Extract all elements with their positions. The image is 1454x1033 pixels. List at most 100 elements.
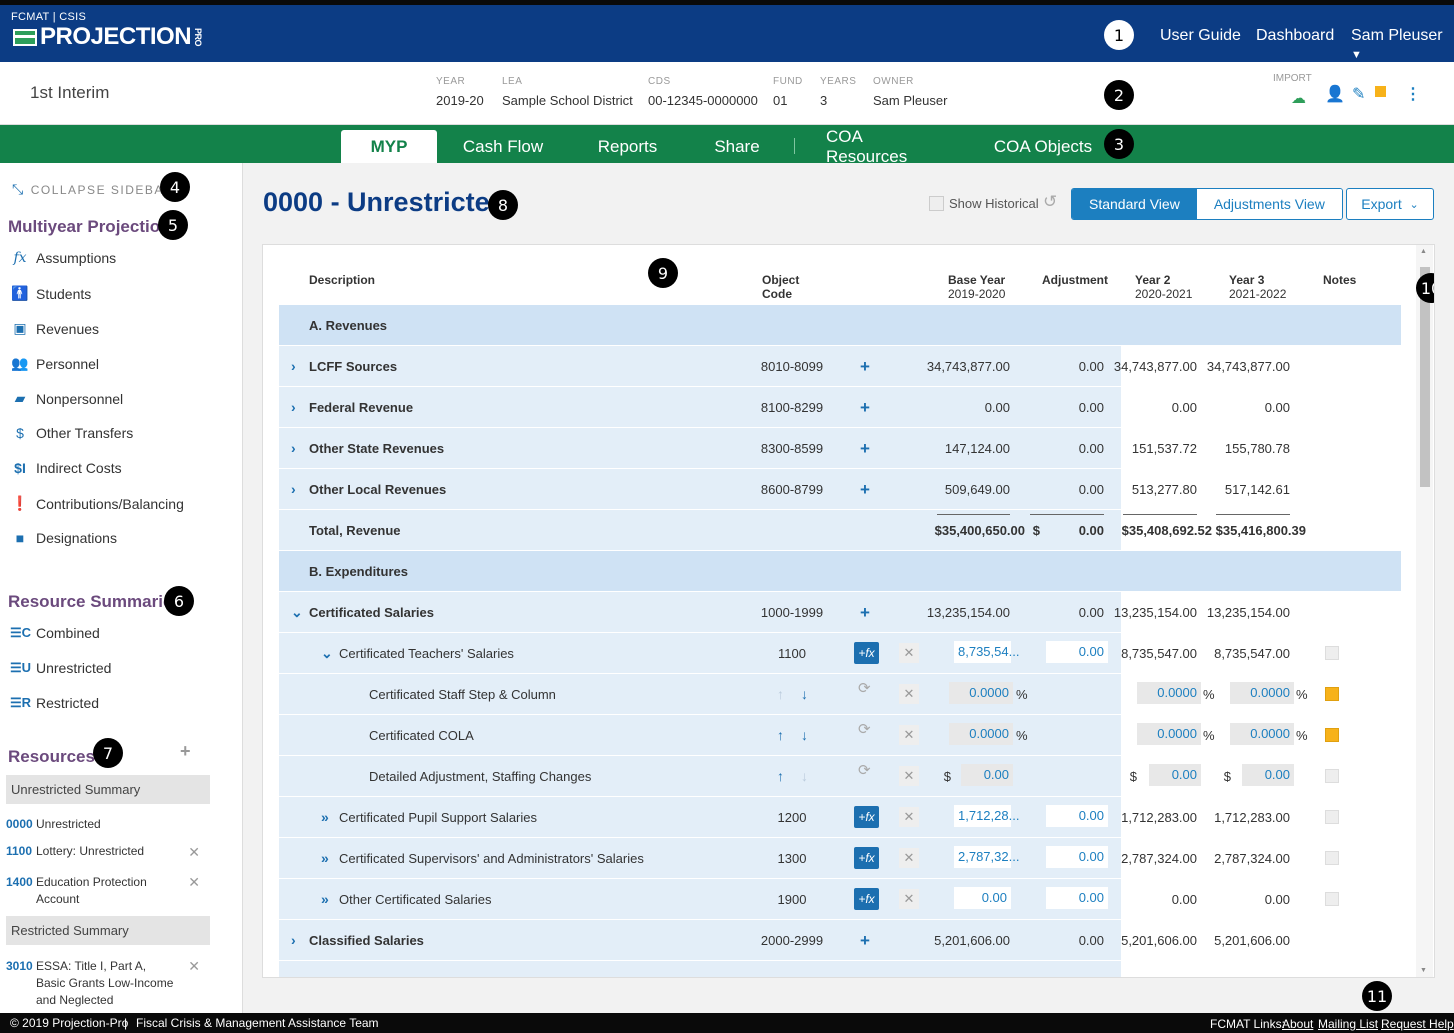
year2-rate-input[interactable]: 0.0000: [1137, 682, 1201, 704]
table-row[interactable]: Certificated Staff Step & Column ↑ ↓ ⟳ ✕…: [279, 674, 1401, 715]
add-formula-button[interactable]: +fx: [854, 847, 879, 869]
year3-rate-input[interactable]: 0.0000: [1230, 723, 1294, 745]
double-chevron-down-icon[interactable]: ⌄: [321, 645, 333, 662]
double-chevron-right-icon[interactable]: »: [321, 850, 329, 866]
chevron-right-icon[interactable]: ›: [291, 399, 296, 415]
notes-icon[interactable]: [1325, 851, 1339, 865]
add-icon[interactable]: +: [856, 440, 874, 458]
sidebar-item-other-transfers[interactable]: $ Other Transfers: [10, 425, 133, 441]
user-guide-link[interactable]: User Guide: [1160, 27, 1241, 45]
edit-pencil-icon[interactable]: ✎: [1352, 84, 1365, 104]
add-icon[interactable]: +: [856, 399, 874, 417]
base-year-input[interactable]: 2,787,32...: [954, 846, 1019, 868]
tab-myp[interactable]: MYP: [341, 130, 437, 163]
remove-icon[interactable]: ✕: [899, 684, 919, 704]
unrestricted-summary-bar[interactable]: Unrestricted Summary: [6, 775, 210, 804]
add-user-icon[interactable]: 👤: [1325, 84, 1345, 104]
remove-icon[interactable]: ✕: [899, 643, 919, 663]
sidebar-item-students[interactable]: 🚹 Students: [10, 285, 91, 302]
sidebar-item-assumptions[interactable]: fx Assumptions: [10, 250, 116, 266]
summary-unrestricted[interactable]: ☰U Unrestricted: [10, 660, 111, 676]
chevron-right-icon[interactable]: ›: [291, 358, 296, 374]
show-historical-checkbox[interactable]: [929, 196, 944, 211]
refresh-icon[interactable]: ⟳: [858, 720, 871, 738]
restricted-summary-bar[interactable]: Restricted Summary: [6, 916, 210, 945]
adjustment-input[interactable]: 0.00: [1046, 887, 1108, 909]
resource-item-0000[interactable]: 0000 Unrestricted: [6, 817, 206, 831]
base-year-input[interactable]: 0.00: [954, 887, 1011, 909]
import-cloud-check-icon[interactable]: ☁: [1291, 89, 1306, 107]
more-vertical-icon[interactable]: ⋮: [1405, 84, 1421, 104]
resource-item-3010[interactable]: 3010 ESSA: Title I, Part A, Basic Grants …: [6, 958, 206, 1009]
tab-coa-resources[interactable]: COA Resources: [826, 127, 944, 166]
notes-icon[interactable]: [1325, 646, 1339, 660]
sidebar-item-indirect-costs[interactable]: $I Indirect Costs: [10, 460, 121, 476]
sidebar-item-nonpersonnel[interactable]: ▰ Nonpersonnel: [10, 390, 124, 407]
table-row[interactable]: » Certificated Supervisors' and Administ…: [279, 838, 1401, 879]
year3-amount-input[interactable]: 0.00: [1242, 764, 1294, 786]
reset-icon[interactable]: ↺: [1043, 192, 1057, 212]
arrow-up-icon[interactable]: ↑: [777, 686, 784, 702]
table-row[interactable]: ⌄ Certificated Salaries 1000-1999 + 13,2…: [279, 592, 1401, 633]
notes-icon[interactable]: [1325, 810, 1339, 824]
remove-resource-icon[interactable]: ✕: [188, 958, 200, 975]
sidebar-item-contributions[interactable]: ❗ Contributions/Balancing: [10, 495, 184, 512]
refresh-icon[interactable]: ⟳: [858, 761, 871, 779]
add-icon[interactable]: +: [856, 358, 874, 376]
adjustments-view-button[interactable]: Adjustments View: [1196, 189, 1342, 219]
add-formula-button[interactable]: +fx: [854, 806, 879, 828]
show-historical-toggle[interactable]: Show Historical: [929, 196, 1039, 211]
table-row[interactable]: › Other Local Revenues 8600-8799 + 509,6…: [279, 469, 1401, 510]
table-row[interactable]: ⌄ Certificated Teachers' Salaries 1100 +…: [279, 633, 1401, 674]
sidebar-item-personnel[interactable]: 👥 Personnel: [10, 355, 99, 372]
brand-logo[interactable]: PROJECTION PRO: [13, 23, 203, 51]
scroll-up-icon[interactable]: ▲: [1420, 248, 1427, 255]
user-menu[interactable]: Sam Pleuser ▼: [1351, 27, 1454, 63]
refresh-icon[interactable]: ⟳: [858, 679, 871, 697]
arrow-down-icon[interactable]: ↓: [801, 768, 808, 784]
adjustment-input[interactable]: 0.00: [1046, 846, 1108, 868]
add-icon[interactable]: +: [856, 932, 874, 950]
remove-icon[interactable]: ✕: [899, 807, 919, 827]
table-row[interactable]: › Classified Salaries 2000-2999 + 5,201,…: [279, 920, 1401, 961]
remove-icon[interactable]: ✕: [899, 725, 919, 745]
notes-icon[interactable]: [1325, 728, 1339, 742]
add-formula-button[interactable]: +fx: [854, 888, 879, 910]
add-icon[interactable]: +: [856, 604, 874, 622]
chevron-right-icon[interactable]: ›: [291, 440, 296, 456]
dashboard-link[interactable]: Dashboard: [1256, 27, 1334, 45]
sidebar-item-designations[interactable]: ■ Designations: [10, 530, 117, 546]
notes-icon[interactable]: [1325, 892, 1339, 906]
chevron-down-icon[interactable]: ⌄: [291, 604, 303, 621]
remove-icon[interactable]: ✕: [899, 889, 919, 909]
arrow-up-icon[interactable]: ↑: [777, 727, 784, 743]
notes-icon[interactable]: [1325, 687, 1339, 701]
add-formula-button[interactable]: +fx: [854, 642, 879, 664]
add-icon[interactable]: +: [856, 481, 874, 499]
remove-resource-icon[interactable]: ✕: [188, 874, 200, 891]
summary-combined[interactable]: ☰C Combined: [10, 625, 100, 641]
scroll-down-icon[interactable]: ▼: [1420, 967, 1427, 974]
base-year-input[interactable]: 1,712,28...: [954, 805, 1019, 827]
base-rate-input[interactable]: 0.0000: [949, 682, 1013, 704]
resource-item-1400[interactable]: 1400 Education Protection Account ✕: [6, 874, 206, 908]
table-row[interactable]: » Certificated Pupil Support Salaries 12…: [279, 797, 1401, 838]
remove-icon[interactable]: ✕: [899, 766, 919, 786]
year2-rate-input[interactable]: 0.0000: [1137, 723, 1201, 745]
double-chevron-right-icon[interactable]: »: [321, 809, 329, 825]
arrow-down-icon[interactable]: ↓: [801, 686, 808, 702]
sidebar-item-revenues[interactable]: ▣ Revenues: [10, 320, 99, 337]
remove-icon[interactable]: ✕: [899, 848, 919, 868]
tab-reports[interactable]: Reports: [590, 130, 665, 163]
arrow-down-icon[interactable]: ↓: [801, 727, 808, 743]
table-row[interactable]: Detailed Adjustment, Staffing Changes ↑ …: [279, 756, 1401, 797]
table-scrollbar[interactable]: ▲ ▼: [1416, 245, 1433, 977]
base-amount-input[interactable]: 0.00: [961, 764, 1013, 786]
note-icon[interactable]: [1375, 86, 1386, 97]
adjustment-input[interactable]: 0.00: [1046, 805, 1108, 827]
table-row[interactable]: » Other Certificated Salaries 1900 +fx ✕…: [279, 879, 1401, 920]
base-year-input[interactable]: 8,735,54...: [954, 641, 1019, 663]
remove-resource-icon[interactable]: ✕: [188, 844, 200, 861]
mailing-list-link[interactable]: Mailing List: [1318, 1017, 1378, 1031]
notes-icon[interactable]: [1325, 769, 1339, 783]
